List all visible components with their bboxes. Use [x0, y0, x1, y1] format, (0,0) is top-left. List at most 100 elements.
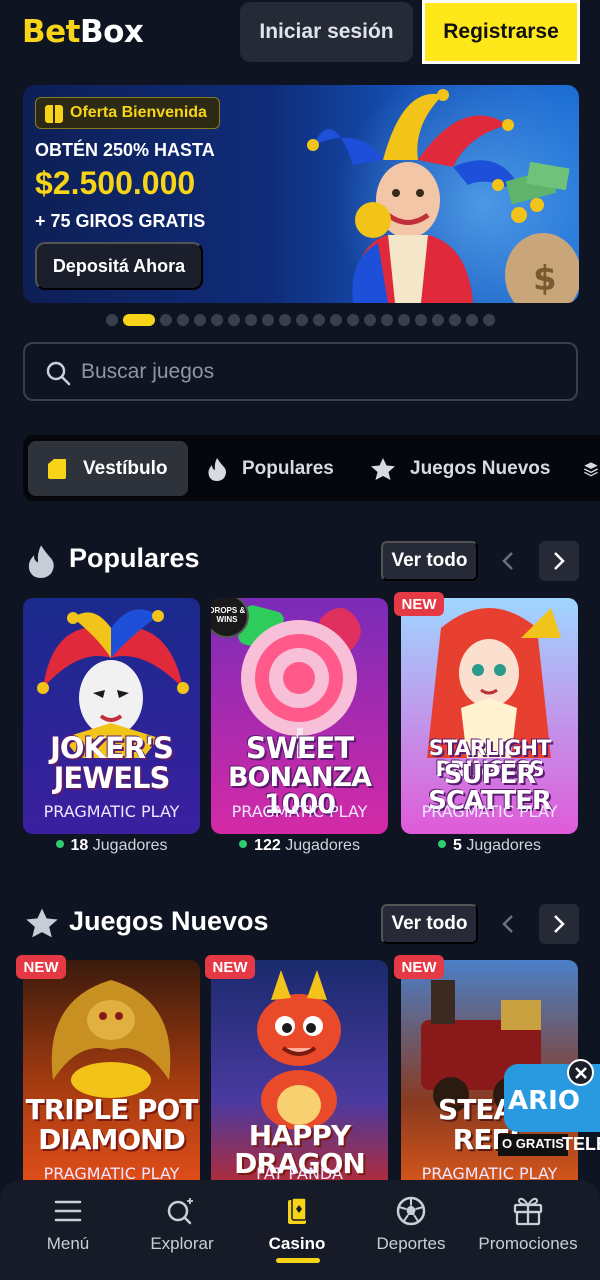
promo-widget-line3: TELE: [562, 1134, 600, 1154]
gift-icon: [513, 1197, 543, 1226]
gift-icon: [45, 105, 63, 123]
pagination-dot[interactable]: [278, 314, 291, 326]
popular-section-title: Populares: [69, 543, 200, 573]
search-input[interactable]: [81, 354, 561, 390]
flame-icon: [28, 545, 54, 578]
nav-casino[interactable]: Casino: [239, 1194, 355, 1264]
nav-menu[interactable]: Menú: [10, 1194, 126, 1264]
pagination-dot[interactable]: [363, 314, 376, 326]
player-count-value: 18: [70, 837, 89, 854]
nav-explore[interactable]: Explorar: [124, 1194, 240, 1264]
deposit-now-button[interactable]: Depositá Ahora: [35, 242, 203, 290]
player-count-label: Jugadores: [285, 837, 360, 854]
pagination-dot[interactable]: [380, 314, 393, 326]
pagination-dot[interactable]: [312, 314, 325, 326]
welcome-banner[interactable]: $ Oferta Bienvenida OBTÉN 250% HASTA $2.…: [23, 85, 579, 303]
tab-lobby[interactable]: Vestíbulo: [28, 441, 188, 496]
game-title-line2: JEWELS: [53, 761, 171, 795]
bottom-navigation: Menú Explorar Casino Deportes Promocione…: [0, 1180, 600, 1280]
online-dot: [239, 839, 248, 848]
online-dot: [55, 839, 64, 848]
active-nav-indicator: [276, 1258, 320, 1263]
banner-headline: OBTÉN 250% HASTA: [35, 140, 215, 160]
jokers-jewels-art: [23, 598, 200, 834]
tab-new-games[interactable]: Juegos Nuevos: [370, 441, 570, 496]
game-title-line1: SWEET: [245, 731, 354, 765]
chevron-left-icon: [502, 552, 513, 570]
triple-pot-diamond-art: [23, 960, 200, 1196]
game-provider: PRAGMATIC PLAY: [421, 802, 558, 821]
pagination-dot[interactable]: [159, 314, 172, 326]
pagination-dot[interactable]: [482, 314, 495, 326]
svg-text:$: $: [533, 259, 557, 299]
search-bar[interactable]: [23, 342, 578, 401]
popular-next-button[interactable]: [539, 541, 579, 581]
nav-sports[interactable]: Deportes: [353, 1194, 469, 1264]
flame-icon: [208, 457, 226, 481]
pagination-dot[interactable]: [261, 314, 274, 326]
chevron-right-icon: [554, 552, 565, 570]
game-title-line1: JOKER'S: [50, 731, 174, 765]
soccer-ball-icon: [396, 1196, 426, 1226]
pagination-dot[interactable]: [193, 314, 206, 326]
pagination-dot[interactable]: [227, 314, 240, 326]
tab-lobby-label: Vestíbulo: [83, 457, 168, 479]
banner-free-spins: + 75 GIROS GRATIS: [35, 211, 206, 231]
promo-widget-line1: ARIO: [508, 1086, 580, 1116]
new-games-next-button[interactable]: [539, 904, 579, 944]
star-icon: [371, 457, 395, 480]
popular-section-header: Populares Ver todo: [23, 541, 579, 581]
pagination-dot[interactable]: [210, 314, 223, 326]
new-games-section-title: Juegos Nuevos: [69, 906, 269, 936]
game-card-starlight-princess[interactable]: STARLIGHT PRINCESS SUPER SCATTER PRAGMAT…: [401, 598, 578, 834]
pagination-dot[interactable]: [329, 314, 342, 326]
new-games-prev-button[interactable]: [488, 904, 528, 944]
offer-badge-label: Oferta Bienvenida: [70, 104, 207, 121]
nav-explore-label: Explorar: [150, 1234, 214, 1253]
header: BetBox Iniciar sesión Registrarse: [0, 0, 600, 68]
popular-prev-button[interactable]: [488, 541, 528, 581]
pagination-dot[interactable]: [431, 314, 444, 326]
pagination-dot[interactable]: [346, 314, 359, 326]
player-count-value: 5: [452, 837, 462, 854]
nav-promotions[interactable]: Promociones: [470, 1194, 586, 1264]
tab-more[interactable]: [583, 441, 600, 496]
game-card-jokers-jewels[interactable]: JOKER'S JEWELS PRAGMATIC PLAY: [23, 598, 200, 834]
pagination-dot[interactable]: [295, 314, 308, 326]
new-badge: NEW: [394, 592, 444, 616]
new-games-view-all-button[interactable]: Ver todo: [381, 904, 478, 944]
nav-casino-label: Casino: [268, 1234, 326, 1253]
login-button[interactable]: Iniciar sesión: [240, 2, 413, 62]
pagination-dot[interactable]: [105, 314, 118, 326]
pagination-dot[interactable]: [414, 314, 427, 326]
close-promo-button[interactable]: [567, 1059, 594, 1086]
nav-menu-label: Menú: [46, 1234, 90, 1253]
pagination-dot[interactable]: [448, 314, 461, 326]
pagination-dot[interactable]: [176, 314, 189, 326]
register-button[interactable]: Registrarse: [422, 0, 580, 64]
pagination-dot[interactable]: [244, 314, 257, 326]
popular-view-all-button[interactable]: Ver todo: [381, 541, 478, 581]
pagination-dot[interactable]: [122, 314, 155, 326]
game-card-happy-dragon[interactable]: HAPPY DRAGON FAT PANDA: [211, 960, 388, 1196]
game-card-sweet-bonanza[interactable]: DROPS & WINS SWEET BONANZA 1000 PRAGMATI…: [211, 598, 388, 834]
nav-promotions-label: Promociones: [478, 1234, 578, 1253]
pagination-dot[interactable]: [397, 314, 410, 326]
explore-icon: [167, 1198, 193, 1225]
player-count-value: 122: [254, 837, 281, 854]
menu-icon: [54, 1200, 82, 1222]
game-card-triple-pot-diamond[interactable]: TRIPLE POT DIAMOND PRAGMATIC PLAY: [23, 960, 200, 1196]
betbox-logo[interactable]: BetBox: [22, 14, 144, 50]
pagination-dot[interactable]: [465, 314, 478, 326]
lobby-icon: [48, 458, 66, 479]
player-count: 18 Jugadores: [23, 837, 200, 857]
new-badge: NEW: [16, 955, 66, 979]
new-badge: NEW: [394, 955, 444, 979]
game-title-line1: TRIPLE POT: [25, 1093, 199, 1126]
game-provider: PRAGMATIC PLAY: [43, 802, 180, 821]
player-count: 122 Jugadores: [211, 837, 388, 857]
tab-popular[interactable]: Populares: [206, 441, 356, 496]
layers-icon: [584, 461, 598, 476]
chevron-right-icon: [554, 915, 565, 933]
player-count-label: Jugadores: [92, 837, 168, 854]
